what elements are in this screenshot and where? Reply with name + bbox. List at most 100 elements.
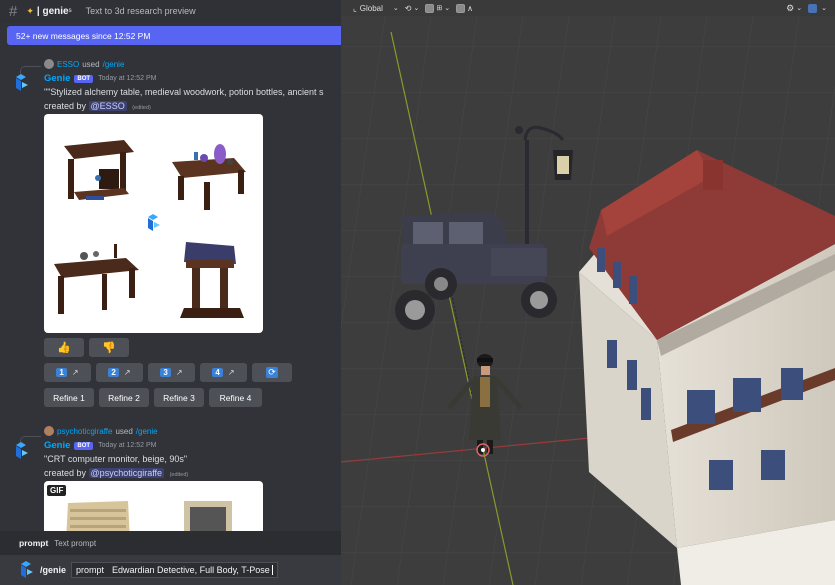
option-name: prompt	[19, 538, 49, 548]
reply-reference[interactable]: psychoticgiraffe used /genie	[44, 426, 158, 436]
message-input[interactable]: /genie prompt Edwardian Detective, Full …	[0, 555, 341, 585]
channel-superscript: s	[68, 8, 72, 14]
refine-button-4[interactable]: Refine 4	[209, 388, 262, 407]
chevron-down-icon: ⌄	[821, 5, 827, 12]
reply-used-text: used	[82, 59, 100, 69]
external-link-icon: ↗	[123, 368, 131, 377]
variant-number: 2	[108, 368, 119, 377]
message-header: Genie BOT Today at 12:52 PM	[44, 73, 156, 84]
channel-topic: Text to 3d research preview	[85, 6, 196, 16]
message-header: Genie BOT Today at 12:52 PM	[44, 440, 156, 451]
variant-button-1[interactable]: 1 ↗	[44, 363, 91, 382]
table-model-3	[54, 244, 139, 314]
table-model-2	[172, 144, 246, 210]
overlay-icon: ⚙	[786, 2, 795, 13]
user-avatar	[44, 426, 54, 436]
snap-icon	[425, 3, 435, 13]
prompt-option-field[interactable]: prompt Edwardian Detective, Full Body, T…	[71, 562, 278, 578]
prompt-text: "CRT computer monitor, beige, 90s"	[44, 454, 188, 464]
viewport-header: ⌞ Global ⌄ ⟲ ⌄ ⊞ ⌄ ∧ ⚙ ⌄ ⌄	[341, 0, 835, 16]
3d-viewport[interactable]: ⌞ Global ⌄ ⟲ ⌄ ⊞ ⌄ ∧ ⚙ ⌄ ⌄	[341, 0, 835, 585]
snap-settings-icon: ⊞	[436, 5, 443, 12]
regenerate-button[interactable]: ⟳	[252, 363, 292, 382]
created-by-line: created by @ESSO (edited)	[44, 101, 151, 111]
edited-label: (edited)	[132, 105, 151, 111]
hash-icon: #	[9, 2, 18, 20]
chevron-down-icon: ⌄	[413, 5, 420, 12]
reply-command[interactable]: /genie	[136, 427, 158, 436]
new-messages-banner[interactable]: 52+ new messages since 12:52 PM	[7, 26, 341, 45]
proportional-edit-toggle[interactable]: ∧	[456, 3, 473, 13]
option-description: Text prompt	[54, 538, 97, 548]
chevron-down-icon: ⌄	[796, 5, 803, 12]
prompt-text: ""Stylized alchemy table, medieval woodw…	[44, 87, 324, 97]
visibility-dropdown[interactable]: ⚙ ⌄	[786, 3, 802, 14]
falloff-icon: ∧	[467, 3, 473, 13]
reply-user[interactable]: ESSO	[57, 60, 79, 69]
bot-tag: BOT	[74, 441, 94, 450]
genie-avatar[interactable]	[13, 74, 29, 92]
chevron-down-icon: ⌄	[444, 5, 451, 12]
prompt-value[interactable]: Edwardian Detective, Full Body, T-Pose	[112, 565, 270, 575]
alchemy-tables-image	[54, 140, 246, 318]
reply-reference[interactable]: ESSO used /genie	[44, 59, 124, 69]
genie-avatar[interactable]	[13, 442, 29, 460]
timestamp: Today at 12:52 PM	[98, 442, 157, 449]
variant-button-3[interactable]: 3 ↗	[148, 363, 195, 382]
refresh-icon: ⟳	[266, 367, 278, 378]
refine-button-2[interactable]: Refine 2	[99, 388, 149, 407]
proportional-icon	[456, 3, 466, 13]
creator-mention[interactable]: @ESSO	[88, 101, 127, 111]
discord-panel: # ✦ | genie s Text to 3d research previe…	[0, 0, 341, 585]
user-avatar	[44, 59, 54, 69]
transform-orientation-value: Global	[359, 3, 383, 13]
gizmo-icon	[808, 3, 818, 13]
reply-command[interactable]: /genie	[103, 60, 125, 69]
transform-icon: ⌞	[353, 3, 357, 13]
author-name[interactable]: Genie	[44, 440, 70, 451]
edited-label: (edited)	[169, 472, 189, 478]
external-link-icon: ↗	[175, 368, 183, 377]
table-model-1	[64, 140, 134, 200]
variant-number: 3	[160, 368, 171, 377]
slash-command: /genie	[40, 565, 67, 575]
table-model-4	[180, 242, 244, 318]
created-by-label: created by	[44, 101, 87, 111]
external-link-icon: ↗	[227, 368, 235, 377]
text-caret	[271, 565, 273, 575]
variant-number: 1	[56, 368, 67, 377]
genie-logo-icon	[148, 214, 160, 231]
generated-image-grid[interactable]	[44, 114, 263, 333]
prompt-option-label: prompt	[76, 565, 105, 575]
sparkle-icon: ✦	[26, 5, 34, 16]
thumbs-down-button[interactable]: 👎	[89, 338, 129, 357]
reply-user[interactable]: psychoticgiraffe	[57, 427, 112, 436]
external-link-icon: ↗	[71, 368, 79, 377]
channel-name[interactable]: | genie	[37, 6, 69, 17]
author-name[interactable]: Genie	[44, 73, 70, 84]
variant-number: 4	[212, 368, 223, 377]
genie-app-icon	[21, 561, 33, 578]
bot-tag: BOT	[74, 74, 94, 83]
created-by-label: created by	[44, 468, 87, 478]
thumbs-up-button[interactable]: 👍	[44, 338, 84, 357]
snap-toggle[interactable]: ⊞ ⌄	[425, 3, 451, 13]
thumbs-up-icon: 👍	[57, 342, 71, 354]
thumbs-down-icon: 👎	[102, 342, 116, 354]
pivot-point-dropdown[interactable]: ⟲ ⌄	[405, 4, 420, 13]
variant-button-4[interactable]: 4 ↗	[200, 363, 247, 382]
refine-button-3[interactable]: Refine 3	[154, 388, 204, 407]
chevron-down-icon: ⌄	[392, 5, 399, 12]
channel-header: # ✦ | genie s Text to 3d research previe…	[0, 0, 341, 22]
command-option-popup[interactable]: prompt Text prompt	[0, 531, 341, 555]
refine-button-1[interactable]: Refine 1	[44, 388, 94, 407]
reply-used-text: used	[115, 426, 133, 436]
gizmo-toggle[interactable]: ⌄	[808, 3, 827, 13]
timestamp: Today at 12:52 PM	[98, 75, 157, 82]
link-icon: ⟲	[404, 3, 412, 13]
transform-orientation-dropdown[interactable]: ⌞ Global ⌄	[353, 4, 399, 13]
created-by-line: created by @psychoticgiraffe (edited)	[44, 468, 188, 478]
variant-button-2[interactable]: 2 ↗	[96, 363, 143, 382]
creator-mention[interactable]: @psychoticgiraffe	[88, 468, 165, 478]
viewport-scene[interactable]	[341, 0, 835, 585]
